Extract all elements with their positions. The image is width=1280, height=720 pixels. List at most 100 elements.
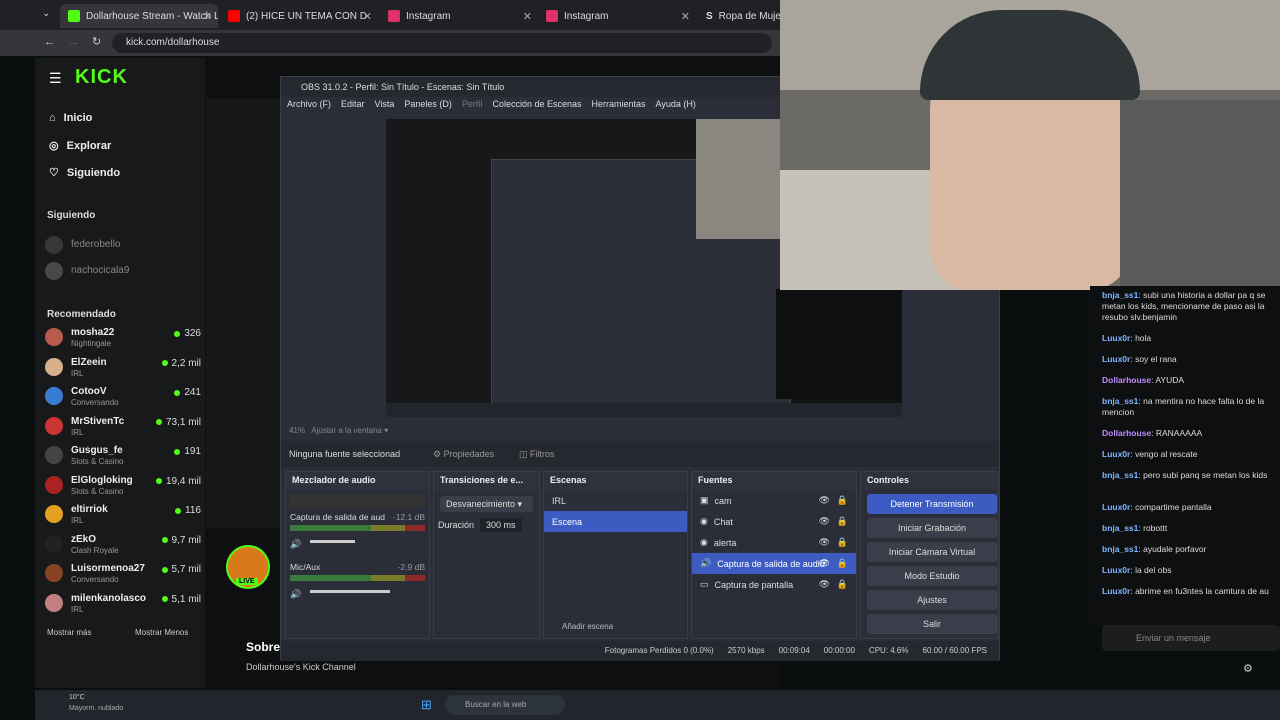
source-item[interactable]: ▭ Captura de pantalla 👁 🔒 bbox=[692, 574, 856, 595]
lock-icon[interactable]: 🔒 bbox=[837, 579, 848, 590]
chat-settings-icon[interactable]: ⚙ bbox=[1243, 662, 1253, 675]
obs-menu-item[interactable]: Ayuda (H) bbox=[656, 99, 696, 109]
source-item[interactable]: ◉ Chat 👁 🔒 bbox=[692, 511, 856, 532]
viewer-count-text: 5,7 mil bbox=[171, 564, 201, 575]
lock-icon[interactable]: 🔒 bbox=[837, 558, 848, 569]
visibility-eye-icon[interactable]: 👁 bbox=[819, 579, 830, 590]
zoom-level: 41% bbox=[289, 426, 306, 435]
following-title: Siguiendo bbox=[47, 210, 96, 221]
weather-desc: Mayorm. nublado bbox=[69, 705, 124, 712]
obs-menu-item[interactable]: Perfil bbox=[462, 99, 483, 109]
viewer-count-text: 116 bbox=[185, 505, 201, 516]
tab-instagram-1[interactable]: Instagram ✕ bbox=[380, 4, 538, 28]
tab-shop[interactable]: S Ropa de Mujer y bbox=[698, 4, 780, 28]
control-button[interactable]: Ajustes bbox=[867, 590, 997, 610]
obs-menu-item[interactable]: Editar bbox=[341, 99, 365, 109]
visibility-eye-icon[interactable]: 👁 bbox=[819, 516, 830, 527]
scene-item-selected[interactable]: Escena bbox=[544, 511, 687, 532]
windows-start-icon[interactable]: ⊞ bbox=[421, 697, 432, 713]
obs-menu-item[interactable]: Colección de Escenas bbox=[492, 99, 581, 109]
channel-item[interactable]: eltirriok IRL 116 bbox=[45, 503, 201, 529]
close-tab-icon[interactable]: ✕ bbox=[363, 10, 372, 23]
viewer-count-text: 241 bbox=[184, 387, 201, 398]
source-name: Captura de pantalla bbox=[714, 579, 794, 590]
instagram-favicon-icon bbox=[546, 10, 558, 22]
obs-menu-item[interactable]: Vista bbox=[375, 99, 395, 109]
close-tab-icon[interactable]: ✕ bbox=[203, 10, 212, 23]
tab-youtube[interactable]: (2) HICE UN TEMA CON D ✕ bbox=[220, 4, 378, 28]
no-source-label: Ninguna fuente seleccionad bbox=[289, 449, 401, 459]
show-more-link[interactable]: Mostrar más bbox=[47, 628, 91, 637]
chat-username[interactable]: Luux0r bbox=[1102, 354, 1130, 364]
source-item[interactable]: ◉ alerta 👁 🔒 bbox=[692, 532, 856, 553]
chat-username[interactable]: Luux0r bbox=[1102, 449, 1130, 459]
chat-username[interactable]: Luux0r bbox=[1102, 586, 1130, 596]
control-button[interactable]: Iniciar Cámara Virtual bbox=[867, 542, 997, 562]
address-bar[interactable]: kick.com/dollarhouse bbox=[112, 33, 772, 53]
control-button[interactable]: Detener Transmisión bbox=[867, 494, 997, 514]
menu-icon[interactable]: ☰ bbox=[49, 70, 62, 87]
chat-username[interactable]: Luux0r bbox=[1102, 502, 1130, 512]
chat-username[interactable]: bnja_ss1 bbox=[1102, 470, 1138, 480]
chat-username[interactable]: bnja_ss1 bbox=[1102, 523, 1138, 533]
duration-input[interactable]: 300 ms bbox=[480, 518, 522, 532]
chat-username[interactable]: Dollarhouse bbox=[1102, 428, 1151, 438]
control-button[interactable]: Modo Estudio bbox=[867, 566, 997, 586]
scene-item[interactable]: IRL bbox=[544, 490, 687, 511]
source-item[interactable]: ▣ cam 👁 🔒 bbox=[692, 490, 856, 511]
visibility-eye-icon[interactable]: 👁 bbox=[819, 558, 830, 569]
channel-item[interactable]: milenkanolasco IRL 5,1 mil bbox=[45, 592, 201, 618]
properties-button[interactable]: ⚙ Propiedades bbox=[433, 449, 494, 460]
obs-menu-item[interactable]: Archivo (F) bbox=[287, 99, 331, 109]
channel-item[interactable]: Gusgus_fe Slots & Casino 191 bbox=[45, 444, 201, 470]
tab-list-chevron-icon[interactable]: ⌄ bbox=[42, 8, 50, 19]
chat-username[interactable]: bnja_ss1 bbox=[1102, 396, 1138, 406]
obs-menu-item[interactable]: Herramientas bbox=[592, 99, 646, 109]
tab-instagram-2[interactable]: Instagram ✕ bbox=[538, 4, 696, 28]
visibility-eye-icon[interactable]: 👁 bbox=[819, 495, 830, 506]
obs-menu-item[interactable]: Paneles (D) bbox=[404, 99, 452, 109]
show-less-link[interactable]: Mostrar Menos bbox=[135, 628, 188, 637]
tab-kick[interactable]: Dollarhouse Stream - Watch Li ✕ bbox=[60, 4, 218, 28]
volume-slider[interactable] bbox=[310, 590, 390, 593]
search-box[interactable]: Buscar en la web bbox=[445, 695, 565, 715]
fit-window-dropdown[interactable]: Ajustar a la ventana bbox=[311, 426, 382, 435]
nav-siguiendo[interactable]: ♡ Siguiendo bbox=[49, 166, 120, 180]
forward-icon[interactable]: → bbox=[68, 36, 79, 48]
channel-item[interactable]: ElGlogloking Slots & Casino 19,4 mil bbox=[45, 474, 201, 500]
chat-username[interactable]: bnja_ss1 bbox=[1102, 544, 1138, 554]
channel-item[interactable]: CotooV Conversando 241 bbox=[45, 385, 201, 411]
channel-item[interactable]: ElZeein IRL 2,2 mil bbox=[45, 356, 201, 382]
close-tab-icon[interactable]: ✕ bbox=[681, 10, 690, 23]
volume-slider[interactable] bbox=[310, 540, 355, 543]
mixer-channel-name: Captura de salida de aud bbox=[290, 512, 385, 522]
close-tab-icon[interactable]: ✕ bbox=[523, 10, 532, 23]
channel-item[interactable]: MrStivenTc IRL 73,1 mil bbox=[45, 415, 201, 441]
chat-username[interactable]: Luux0r bbox=[1102, 565, 1130, 575]
source-item[interactable]: 🔊 Captura de salida de audio 👁 🔒 bbox=[692, 553, 856, 574]
following-item[interactable]: federobello bbox=[45, 234, 201, 260]
chat-input[interactable]: Enviar un mensaje bbox=[1102, 625, 1280, 651]
nav-explorar[interactable]: ◎ Explorar bbox=[49, 139, 111, 153]
channel-item[interactable]: Luisormenoa27 Conversando 5,7 mil bbox=[45, 562, 201, 588]
chat-username[interactable]: Dollarhouse bbox=[1102, 375, 1151, 385]
nav-inicio[interactable]: ⌂ Inicio bbox=[49, 112, 92, 124]
control-button[interactable]: Iniciar Grabación bbox=[867, 518, 997, 538]
speaker-icon[interactable]: 🔊 bbox=[290, 589, 301, 599]
transition-select[interactable]: Desvanecimiento ▾ bbox=[440, 496, 533, 512]
reload-icon[interactable]: ↻ bbox=[92, 35, 101, 48]
channel-item[interactable]: mosha22 Nightingale 326 bbox=[45, 326, 201, 352]
visibility-eye-icon[interactable]: 👁 bbox=[819, 537, 830, 548]
back-icon[interactable]: ← bbox=[44, 36, 55, 48]
lock-icon[interactable]: 🔒 bbox=[837, 495, 848, 506]
speaker-icon[interactable]: 🔊 bbox=[290, 539, 301, 549]
chat-username[interactable]: bnja_ss1 bbox=[1102, 290, 1138, 300]
channel-item[interactable]: zEkO Clash Royale 9,7 mil bbox=[45, 533, 201, 559]
following-item[interactable]: nachocicala9 bbox=[45, 260, 201, 286]
control-button[interactable]: Salir bbox=[867, 614, 997, 634]
kick-logo[interactable]: KICK bbox=[75, 66, 128, 89]
lock-icon[interactable]: 🔒 bbox=[837, 537, 848, 548]
filters-button[interactable]: ◫ Filtros bbox=[519, 449, 555, 460]
chat-username[interactable]: Luux0r bbox=[1102, 333, 1130, 343]
lock-icon[interactable]: 🔒 bbox=[837, 516, 848, 527]
